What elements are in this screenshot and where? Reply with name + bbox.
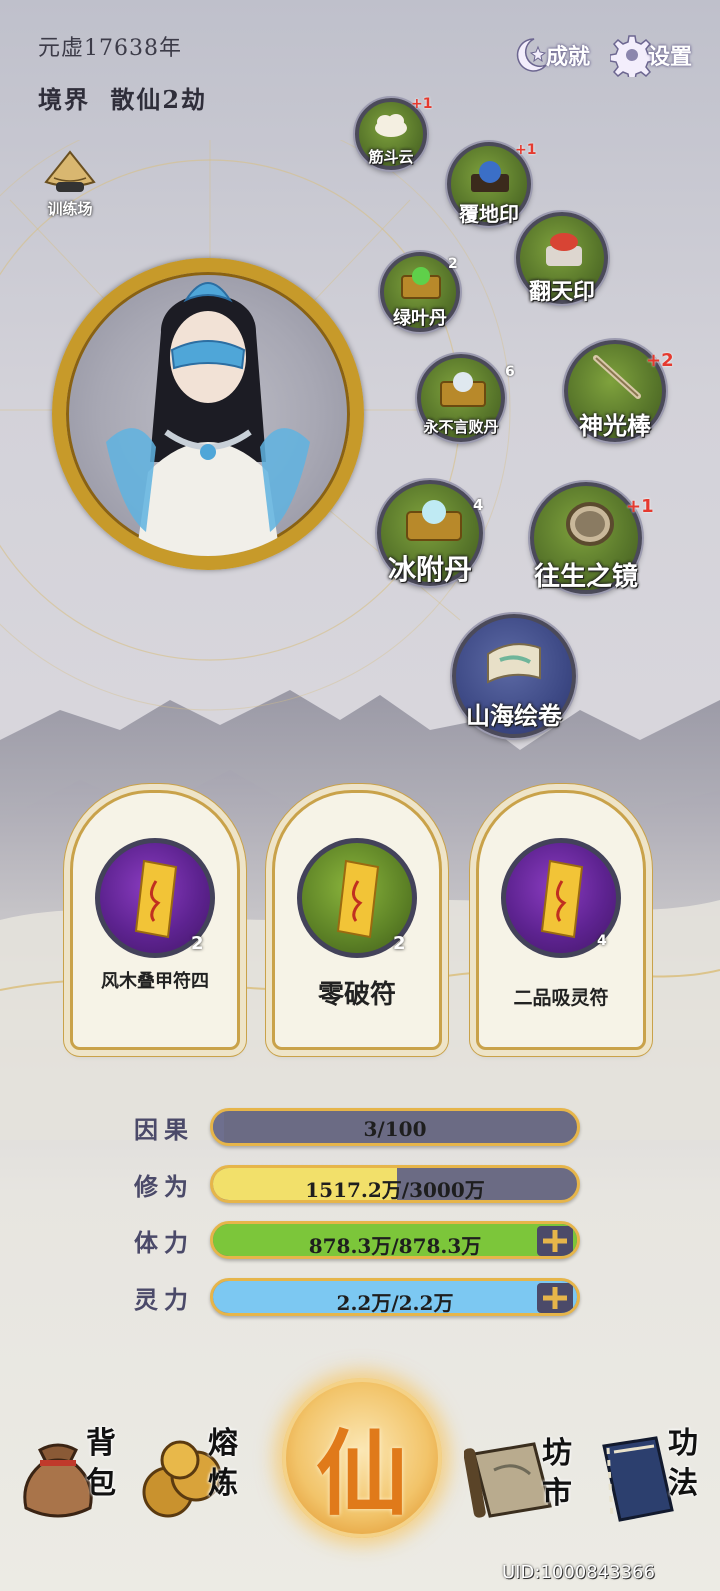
stat-bar: 2.2万/2.2万	[210, 1278, 580, 1316]
item-covering-seal[interactable]: +1 覆地印	[447, 142, 536, 226]
training-label: 训练场	[47, 200, 93, 218]
seal-icon	[471, 161, 509, 192]
talisman-name: 二品吸灵符	[513, 987, 609, 1009]
stat-label: 灵力	[134, 1285, 194, 1314]
stat-bar: 878.3万/878.3万	[210, 1221, 580, 1259]
game-year: 元虚17638年	[38, 36, 182, 61]
character-figure-icon	[106, 282, 310, 556]
bag-label: 背包	[86, 1426, 116, 1501]
stat-value: 1517.2万/3000万	[305, 1178, 485, 1202]
stat-value: 3/100	[363, 1117, 427, 1141]
talisman-card[interactable]: 2 风木叠甲符四	[70, 790, 240, 1050]
talisman-name: 零破符	[317, 980, 396, 1010]
market-label: 坊市	[542, 1436, 572, 1511]
item-never-defeat-pill[interactable]: 6 永不言败丹	[417, 354, 515, 442]
refine-button[interactable]: 熔炼	[134, 1426, 254, 1540]
stat-value: 878.3万/878.3万	[308, 1234, 482, 1258]
talisman-icon	[540, 859, 584, 939]
user-id: UID:1000843366	[502, 1562, 655, 1583]
talisman-card[interactable]: 2 零破符	[272, 790, 442, 1050]
item-badge: 4	[473, 496, 484, 514]
training-ground-button[interactable]: 训练场	[30, 148, 110, 219]
treasure-chest-icon	[406, 500, 462, 541]
skills-label: 功法	[668, 1426, 698, 1501]
talisman-count: 2	[191, 933, 204, 954]
talisman-card[interactable]: 4 二品吸灵符	[476, 790, 646, 1050]
stat-label: 因果	[134, 1115, 194, 1144]
realm-row: 境界 散仙2劫	[38, 80, 207, 115]
realm-label: 境界	[38, 85, 90, 114]
character-portrait[interactable]	[52, 258, 364, 570]
achievements-label: 成就	[546, 44, 591, 70]
item-ice-pill[interactable]: 4 冰附丹	[377, 480, 483, 586]
stat-bar: 1517.2万/3000万	[210, 1165, 580, 1203]
center-label: 仙	[315, 1420, 408, 1528]
item-mountain-sea-scroll[interactable]: 山海绘卷	[452, 614, 576, 738]
talisman-count: 2	[393, 933, 406, 954]
stat-value: 2.2万/2.2万	[336, 1291, 454, 1315]
item-label: 覆地印	[459, 202, 519, 226]
item-label: 翻天印	[528, 279, 596, 305]
item-label: 筋斗云	[368, 148, 414, 166]
item-badge: 2	[448, 256, 458, 272]
skills-button[interactable]: 功法	[594, 1426, 714, 1540]
treasure-chest-icon	[440, 372, 486, 407]
immortal-center-button[interactable]: 仙	[282, 1378, 442, 1538]
item-somersault-cloud[interactable]: +1 筋斗云	[355, 96, 432, 170]
item-green-leaf-pill[interactable]: 2 绿叶丹	[380, 252, 460, 332]
item-label: 冰附丹	[387, 553, 473, 586]
scroll-icon	[487, 643, 541, 684]
refine-label: 熔炼	[208, 1426, 238, 1501]
item-label: 神光棒	[579, 411, 651, 440]
seal-icon	[546, 233, 582, 266]
item-badge: +1	[411, 96, 433, 112]
item-label: 永不言败丹	[423, 418, 499, 436]
bag-button[interactable]: 背包	[10, 1426, 120, 1540]
treasure-chest-icon	[401, 267, 441, 299]
settings-label: 设置	[648, 44, 693, 70]
item-heaven-flip-seal[interactable]: 翻天印	[516, 212, 608, 305]
item-badge: 6	[505, 364, 515, 380]
plus-icon[interactable]	[537, 1283, 573, 1313]
market-button[interactable]: 坊市	[463, 1430, 584, 1540]
item-rebirth-mirror[interactable]: +1 往生之镜	[530, 482, 654, 594]
mirror-icon	[566, 502, 614, 546]
item-badge: +2	[646, 350, 674, 371]
talisman-icon	[336, 859, 380, 939]
staff-icon	[593, 355, 641, 399]
talisman-name: 风木叠甲符四	[101, 971, 209, 992]
talisman-count: 4	[597, 933, 607, 949]
straw-hat-icon	[44, 150, 96, 192]
achievements-button[interactable]: 成就	[508, 25, 590, 85]
item-label: 往生之镜	[533, 562, 639, 592]
item-badge: +1	[626, 496, 654, 517]
item-label: 绿叶丹	[393, 308, 447, 329]
item-label: 山海绘卷	[466, 701, 562, 730]
stat-bar: 3/100	[210, 1108, 580, 1146]
stat-label: 体力	[134, 1228, 194, 1257]
item-divine-light-staff[interactable]: +2 神光棒	[564, 340, 674, 442]
plus-icon[interactable]	[537, 1226, 573, 1256]
cloud-icon	[375, 114, 407, 137]
item-badge: +1	[515, 142, 537, 158]
talisman-icon	[134, 859, 178, 939]
stat-label: 修为	[134, 1172, 194, 1201]
realm-value: 散仙2劫	[110, 85, 208, 114]
settings-button[interactable]: 设置	[610, 25, 692, 85]
